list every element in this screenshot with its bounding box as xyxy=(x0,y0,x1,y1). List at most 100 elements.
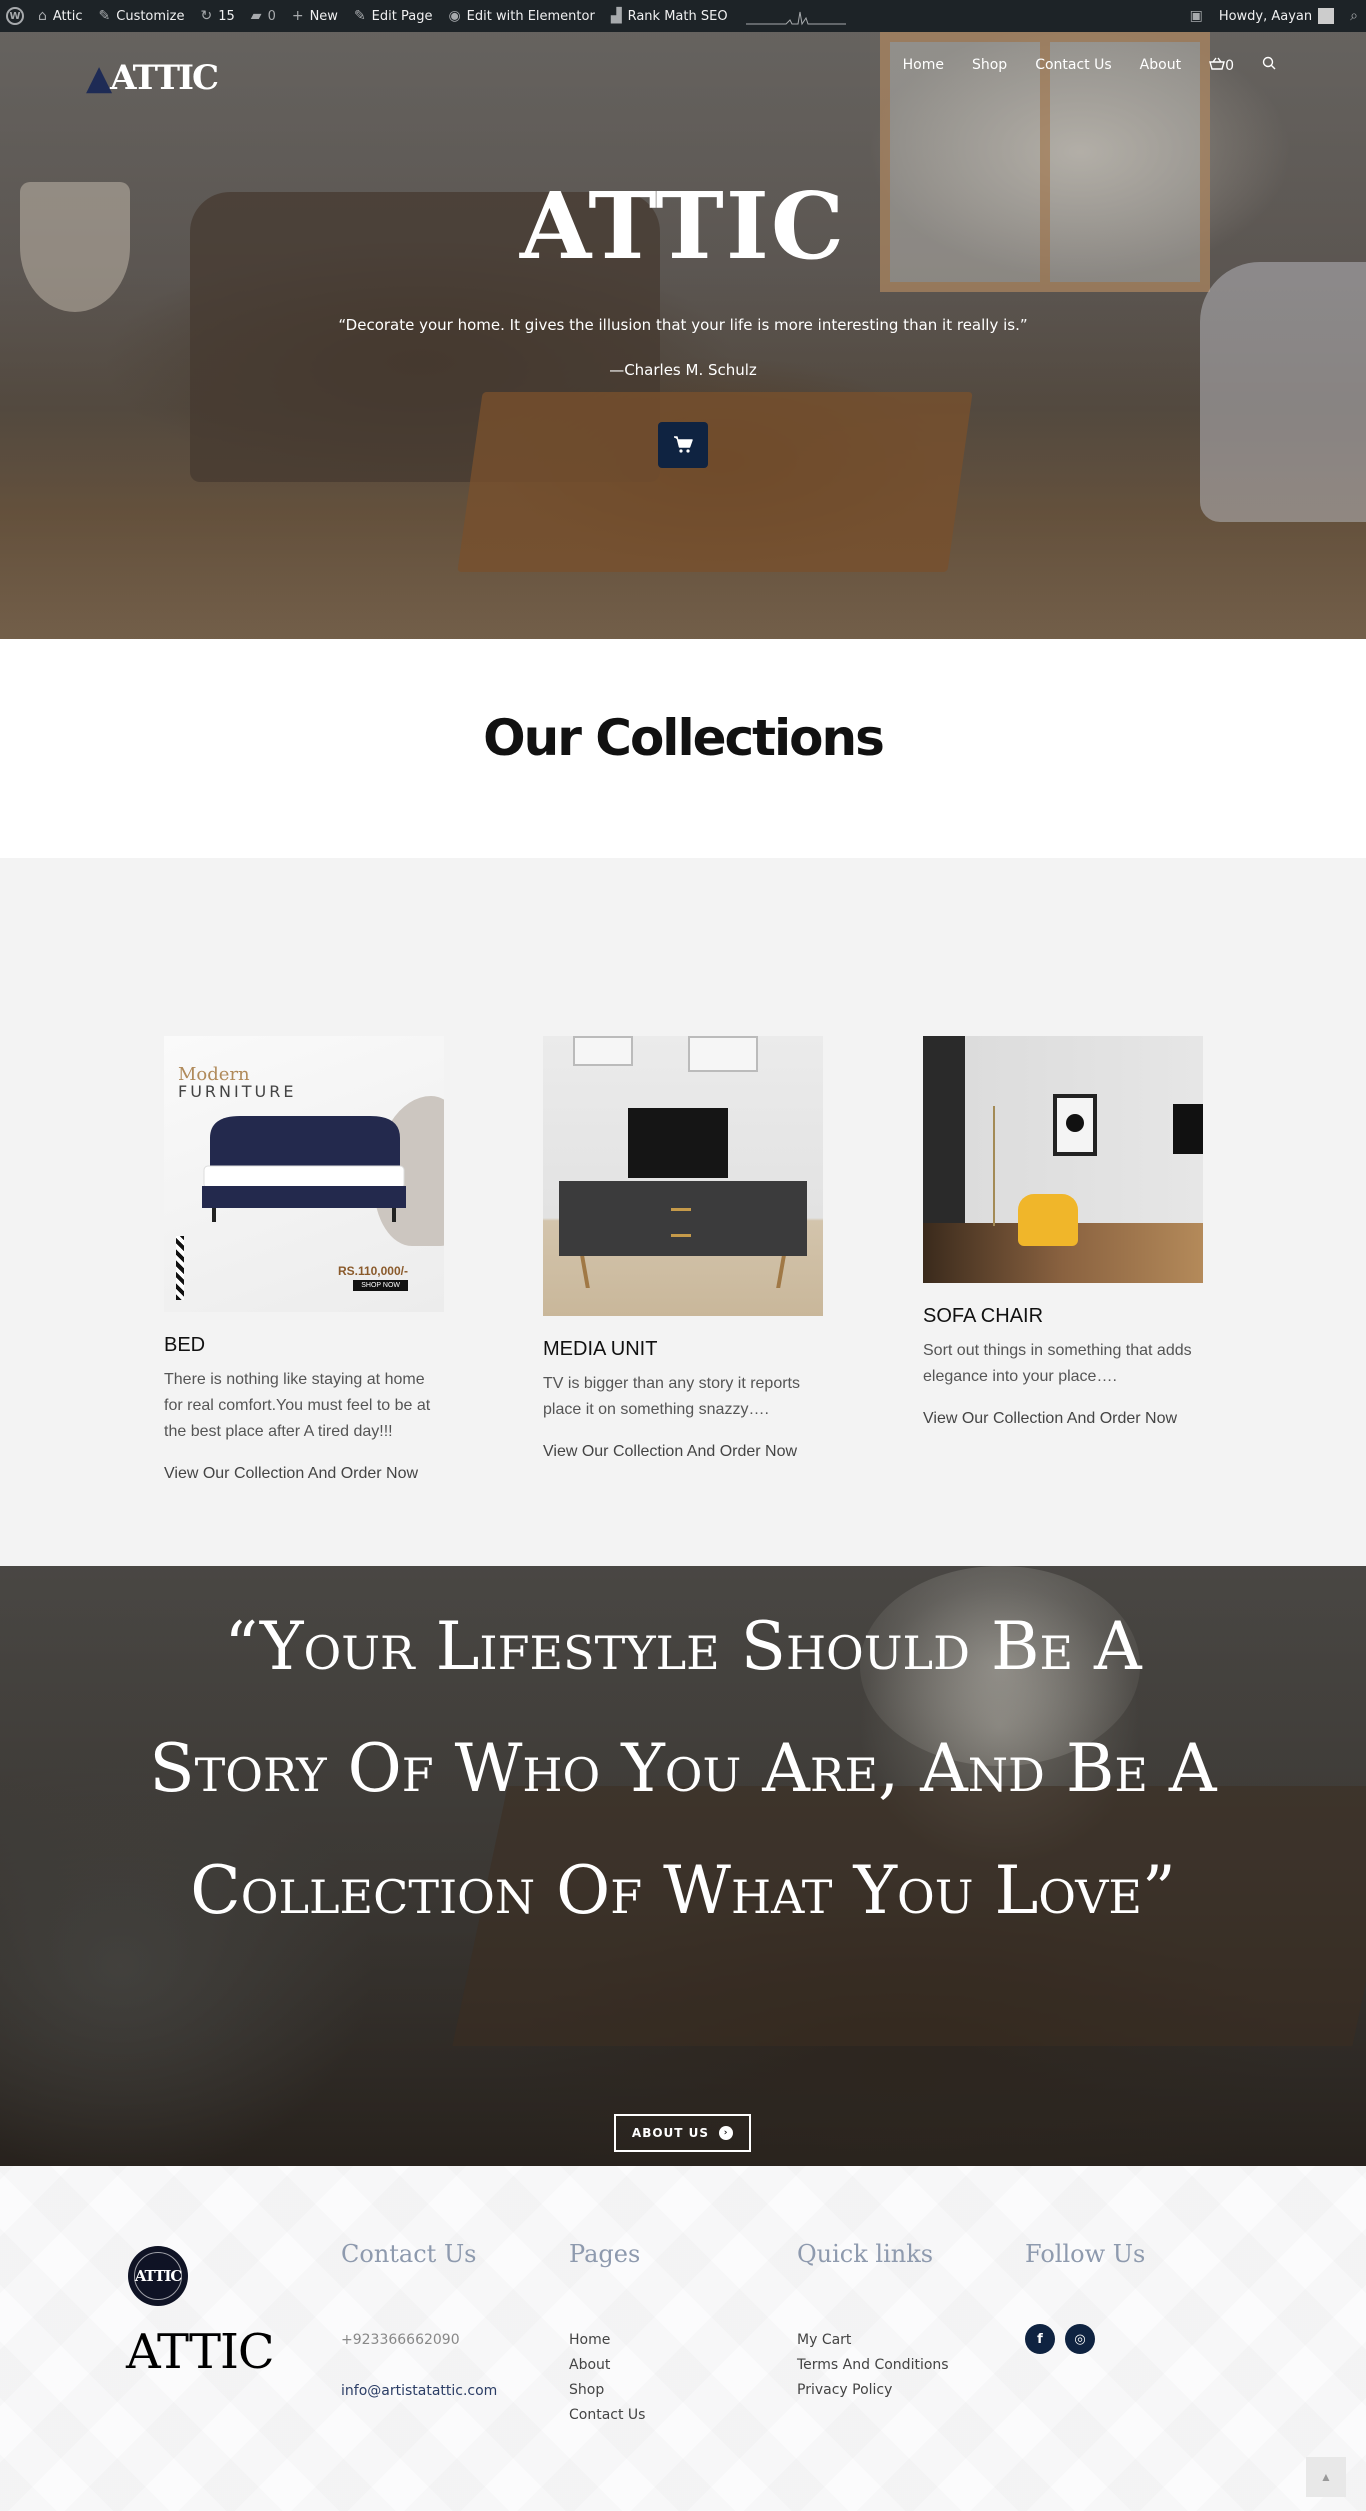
elementor-icon: ◉ xyxy=(448,8,461,24)
cabinet-leg-2 xyxy=(776,1256,786,1288)
admin-site-link[interactable]: ⌂ Attic xyxy=(30,0,91,32)
footer-link-home[interactable]: Home xyxy=(569,2328,769,2353)
collection-title: SOFA CHAIR xyxy=(923,1305,1044,1327)
bed-image[interactable]: Modern FURNITURE RS.110,000/- SHOP NOW xyxy=(164,1036,444,1312)
admin-account-link[interactable]: Howdy, Aayan xyxy=(1211,0,1342,32)
hero-quote: “Decorate your home. It gives the illusi… xyxy=(338,316,1028,334)
footer-pages-heading: Pages xyxy=(569,2240,641,2268)
instagram-icon[interactable]: ◎ xyxy=(1065,2324,1095,2354)
bed-image-cta: SHOP NOW xyxy=(353,1280,408,1291)
footer-contact-heading: Contact Us xyxy=(341,2240,477,2268)
collection-link-sofa-chair[interactable]: View Our Collection And Order Now xyxy=(923,1410,1203,1428)
cabinet-handle-2 xyxy=(671,1234,691,1237)
nav-search-icon[interactable] xyxy=(1262,56,1276,74)
collection-link-bed[interactable]: View Our Collection And Order Now xyxy=(164,1465,444,1483)
footer-quicklinks-heading: Quick links xyxy=(797,2240,934,2268)
admin-updates-link[interactable]: ↻ 15 xyxy=(193,0,243,32)
about-us-button[interactable]: ABOUT US › xyxy=(614,2114,751,2152)
admin-elementor-link[interactable]: ◉ Edit with Elementor xyxy=(440,0,602,32)
admin-new-link[interactable]: + New xyxy=(284,0,346,32)
yellow-chair xyxy=(1018,1194,1078,1246)
footer-contact-column: Contact Us +923366662090 info@artistatat… xyxy=(341,2240,541,2404)
social-links: f ◎ xyxy=(1025,2324,1225,2354)
media-cabinet xyxy=(559,1181,807,1256)
main-navigation: ▲ATTIC Home Shop Contact Us About 0 xyxy=(0,32,1366,104)
arrow-right-circle-icon: › xyxy=(719,2126,734,2140)
nav-item-home[interactable]: Home xyxy=(903,57,944,73)
collection-card-sofa-chair: SOFA CHAIR Sort out things in something … xyxy=(923,1036,1203,1428)
lifestyle-quote: “Your Lifestyle Should Be A Story Of Who… xyxy=(149,1608,1217,1929)
admin-comments-link[interactable]: ▰ 0 xyxy=(243,0,284,32)
bed-illustration xyxy=(202,1116,406,1222)
logo-triangle-icon: ▲ xyxy=(86,58,112,98)
media-unit-image[interactable] xyxy=(543,1036,823,1316)
hero-table-graphic xyxy=(457,392,973,572)
collection-title: BED xyxy=(164,1334,206,1356)
collection-description: TV is bigger than any story it reports p… xyxy=(543,1375,800,1418)
cabinet-handle-1 xyxy=(671,1208,691,1211)
collection-title: MEDIA UNIT xyxy=(543,1338,658,1360)
comment-icon: ▰ xyxy=(250,8,262,24)
footer-brand: ATTIC xyxy=(126,2324,275,2380)
nav-menu: Home Shop Contact Us About 0 xyxy=(903,56,1276,74)
collections-grid: Modern FURNITURE RS.110,000/- SHOP NOW B… xyxy=(0,858,1366,1566)
footer-logo-badge[interactable]: ATTIC xyxy=(128,2246,188,2306)
media-frame-right xyxy=(688,1036,758,1072)
site-logo[interactable]: ▲ATTIC xyxy=(86,58,219,98)
cabinet-leg-1 xyxy=(580,1256,590,1288)
barber-pole-icon xyxy=(176,1236,184,1300)
wordpress-logo-icon[interactable]: W xyxy=(0,0,30,32)
admin-rankmath-link[interactable]: ▟ Rank Math SEO xyxy=(603,0,736,32)
collection-description: There is nothing like staying at home fo… xyxy=(164,1371,431,1440)
brush-icon: ✎ xyxy=(98,8,111,24)
footer-link-cart[interactable]: My Cart xyxy=(797,2328,997,2353)
collection-description: Sort out things in something that adds e… xyxy=(923,1342,1192,1385)
updates-icon: ↻ xyxy=(200,8,213,24)
nav-item-contact[interactable]: Contact Us xyxy=(1035,57,1111,73)
hero-title: ATTIC xyxy=(519,172,847,280)
admin-bar: W ⌂ Attic ✎ Customize ↻ 15 ▰ 0 + New ✎ Edit Pa… xyxy=(0,0,1366,32)
footer-quicklinks-column: Quick links My Cart Terms And Conditions… xyxy=(797,2240,997,2403)
admin-customize-link[interactable]: ✎ Customize xyxy=(91,0,193,32)
footer-link-terms[interactable]: Terms And Conditions xyxy=(797,2353,997,2378)
nav-item-about[interactable]: About xyxy=(1140,57,1181,73)
admin-edit-page-link[interactable]: ✎ Edit Page xyxy=(346,0,441,32)
collections-heading-section: Our Collections xyxy=(0,639,1366,858)
site-footer: ATTIC ATTIC Contact Us +923366662090 inf… xyxy=(0,2166,1366,2511)
hero-cart-button[interactable] xyxy=(658,422,708,468)
collection-card-bed: Modern FURNITURE RS.110,000/- SHOP NOW B… xyxy=(164,1036,444,1483)
footer-link-privacy[interactable]: Privacy Policy xyxy=(797,2378,997,2403)
rankmath-icon: ▟ xyxy=(610,8,622,24)
nav-item-shop[interactable]: Shop xyxy=(972,57,1007,73)
hero-quote-author: —Charles M. Schulz xyxy=(609,361,757,379)
scroll-to-top-button[interactable]: ▲ xyxy=(1306,2457,1346,2497)
wall-art-circle xyxy=(1066,1114,1084,1132)
dashboard-icon: ⌂ xyxy=(38,8,47,24)
facebook-icon[interactable]: f xyxy=(1025,2324,1055,2354)
footer-follow-column: Follow Us f ◎ xyxy=(1025,2240,1225,2354)
tv-screen xyxy=(628,1108,728,1178)
admin-search-icon[interactable]: ⌕ xyxy=(1342,0,1366,32)
collections-heading: Our Collections xyxy=(483,709,885,767)
collection-card-media-unit: MEDIA UNIT TV is bigger than any story i… xyxy=(543,1036,823,1461)
footer-link-about[interactable]: About xyxy=(569,2353,769,2378)
footer-link-shop[interactable]: Shop xyxy=(569,2378,769,2403)
footer-link-contact[interactable]: Contact Us xyxy=(569,2403,769,2428)
wall-tv xyxy=(1173,1104,1203,1154)
nav-cart[interactable]: 0 xyxy=(1209,57,1234,74)
media-frame-left xyxy=(573,1036,633,1066)
stats-sparkline[interactable] xyxy=(745,6,846,26)
footer-phone[interactable]: +923366662090 xyxy=(341,2328,541,2353)
hero-chair-graphic xyxy=(1200,262,1366,522)
admin-notification-icon[interactable]: ▣ xyxy=(1182,0,1211,32)
pencil-icon: ✎ xyxy=(353,8,366,24)
avatar xyxy=(1318,8,1335,24)
bed-image-line2: FURNITURE xyxy=(178,1082,297,1101)
footer-email[interactable]: info@artistatattic.com xyxy=(341,2379,541,2404)
footer-follow-heading: Follow Us xyxy=(1025,2240,1146,2268)
lifestyle-quote-section: “Your Lifestyle Should Be A Story Of Who… xyxy=(0,1566,1366,2166)
sofa-chair-image[interactable] xyxy=(923,1036,1203,1283)
collection-link-media-unit[interactable]: View Our Collection And Order Now xyxy=(543,1443,823,1461)
basket-icon xyxy=(1209,57,1226,70)
chevron-up-icon: ▲ xyxy=(1320,2470,1332,2484)
